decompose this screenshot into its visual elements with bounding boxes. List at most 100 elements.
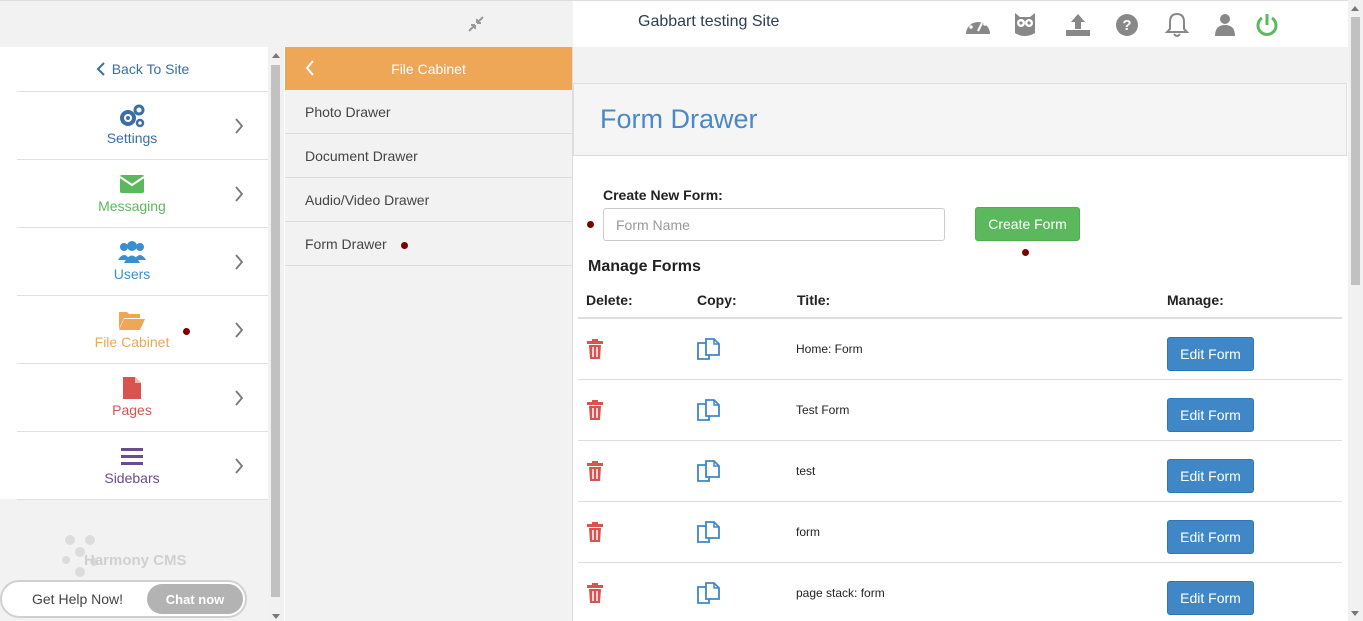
- drawer-link-label: Audio/Video Drawer: [305, 191, 430, 208]
- copy-icon[interactable]: [696, 520, 722, 551]
- create-form-button[interactable]: Create Form: [975, 207, 1080, 241]
- form-title: page stack: form: [796, 586, 885, 600]
- sidebar-item-label: Pages: [112, 402, 152, 418]
- main-top-strip: [573, 47, 1348, 83]
- create-form-label: Create Form: [988, 216, 1067, 232]
- site-name[interactable]: Gabbart testing Site: [638, 13, 779, 31]
- form-name-input[interactable]: [603, 208, 945, 241]
- top-header: Gabbart testing Site ?: [573, 0, 1348, 47]
- copy-icon[interactable]: [696, 398, 722, 429]
- sidebar-item-users[interactable]: Users: [17, 228, 268, 296]
- help-icon[interactable]: ?: [1113, 11, 1141, 39]
- chat-label: Get Help Now!: [32, 591, 124, 607]
- envelope-icon: [117, 172, 147, 196]
- sidebar: Back To Site Settings Messaging Users Fi…: [0, 47, 268, 621]
- drawer-link-document[interactable]: Document Drawer: [285, 134, 572, 178]
- copy-icon[interactable]: [696, 581, 722, 612]
- form-title: form: [796, 525, 820, 539]
- chevron-right-icon: [235, 186, 244, 202]
- scroll-up-arrow-icon[interactable]: [1351, 6, 1359, 11]
- page-scrollbar[interactable]: [1348, 0, 1363, 621]
- trash-icon[interactable]: [586, 400, 604, 425]
- file-cabinet-title: File Cabinet: [391, 60, 466, 77]
- chevron-right-icon: [235, 390, 244, 406]
- main-content: Form Drawer Create New Form: Create Form…: [573, 47, 1348, 621]
- chat-widget[interactable]: Get Help Now! Chat now: [0, 580, 247, 618]
- form-title: test: [796, 464, 816, 478]
- edit-form-label: Edit Form: [1180, 529, 1241, 545]
- scroll-down-arrow-icon[interactable]: [272, 614, 280, 619]
- table-row: form Edit Form: [578, 502, 1342, 563]
- scroll-up-arrow-icon[interactable]: [272, 53, 280, 58]
- chevron-left-icon[interactable]: [305, 60, 315, 76]
- edit-form-label: Edit Form: [1180, 346, 1241, 362]
- chevron-left-icon: [96, 62, 105, 76]
- collapse-icon[interactable]: [466, 14, 486, 34]
- edit-form-label: Edit Form: [1180, 468, 1241, 484]
- trash-icon[interactable]: [586, 522, 604, 547]
- folder-open-icon: [117, 308, 147, 332]
- back-to-site-link[interactable]: Back To Site: [17, 47, 268, 92]
- copy-icon[interactable]: [696, 459, 722, 490]
- file-cabinet-header: File Cabinet: [285, 47, 572, 90]
- owl-icon[interactable]: [1011, 11, 1039, 39]
- logo-text: Harmony CMS: [84, 552, 187, 569]
- marker-dot: [587, 221, 594, 228]
- harmony-cms-logo: Harmony CMS: [60, 532, 210, 582]
- file-cabinet-panel: File Cabinet Photo Drawer Document Drawe…: [285, 47, 573, 621]
- dashboard-icon[interactable]: [964, 11, 992, 39]
- users-icon: [117, 240, 147, 264]
- gears-icon: [117, 104, 147, 128]
- svg-text:?: ?: [1122, 17, 1131, 34]
- bell-icon[interactable]: [1163, 11, 1191, 39]
- edit-form-button[interactable]: Edit Form: [1167, 398, 1254, 432]
- form-title: Test Form: [796, 403, 850, 417]
- sidebar-menu: Back To Site Settings Messaging Users Fi…: [0, 47, 268, 500]
- drawer-link-audio-video[interactable]: Audio/Video Drawer: [285, 178, 572, 222]
- table-row: Test Form Edit Form: [578, 380, 1342, 441]
- chevron-right-icon: [235, 118, 244, 134]
- sidebar-item-messaging[interactable]: Messaging: [17, 160, 268, 228]
- chat-now-button[interactable]: Chat now: [147, 584, 243, 614]
- user-icon[interactable]: [1211, 11, 1239, 39]
- edit-form-button[interactable]: Edit Form: [1167, 459, 1254, 493]
- column-header-manage: Manage:: [1167, 292, 1224, 308]
- edit-form-label: Edit Form: [1180, 590, 1241, 606]
- sidebar-scrollbar[interactable]: [268, 47, 284, 621]
- edit-form-button[interactable]: Edit Form: [1167, 581, 1254, 615]
- edit-form-label: Edit Form: [1180, 407, 1241, 423]
- edit-form-button[interactable]: Edit Form: [1167, 337, 1254, 371]
- drawer-link-photo[interactable]: Photo Drawer: [285, 90, 572, 134]
- sidebar-item-settings[interactable]: Settings: [17, 92, 268, 160]
- table-row: page stack: form Edit Form: [578, 563, 1342, 621]
- trash-icon[interactable]: [586, 339, 604, 364]
- back-to-site-label: Back To Site: [111, 61, 190, 77]
- page-title-box: Form Drawer: [573, 83, 1347, 156]
- trash-icon[interactable]: [586, 583, 604, 608]
- sidebar-item-label: File Cabinet: [94, 334, 170, 350]
- trash-icon[interactable]: [586, 461, 604, 486]
- table-row: test Edit Form: [578, 441, 1342, 502]
- page-title: Form Drawer: [600, 104, 758, 134]
- power-icon[interactable]: [1253, 11, 1281, 39]
- sidebar-scroll-thumb[interactable]: [271, 65, 280, 597]
- sidebar-item-file-cabinet[interactable]: File Cabinet: [17, 296, 268, 364]
- create-new-form-label: Create New Form:: [603, 187, 723, 203]
- sidebar-item-sidebars[interactable]: Sidebars: [17, 432, 268, 500]
- bars-icon: [117, 444, 147, 468]
- table-row: Home: Form Edit Form: [578, 319, 1342, 380]
- file-icon: [117, 376, 147, 400]
- chevron-right-icon: [235, 322, 244, 338]
- upload-icon[interactable]: [1064, 11, 1092, 39]
- sidebar-item-label: Settings: [106, 130, 158, 146]
- chevron-right-icon: [235, 458, 244, 474]
- scroll-down-arrow-icon[interactable]: [1351, 611, 1359, 616]
- marker-dot: [1022, 249, 1029, 256]
- page-scroll-thumb[interactable]: [1351, 17, 1360, 285]
- drawer-link-form[interactable]: Form Drawer: [285, 222, 572, 266]
- copy-icon[interactable]: [696, 337, 722, 368]
- sidebar-item-pages[interactable]: Pages: [17, 364, 268, 432]
- sidebar-top-bar: [0, 0, 573, 47]
- edit-form-button[interactable]: Edit Form: [1167, 520, 1254, 554]
- column-header-copy: Copy:: [697, 292, 737, 308]
